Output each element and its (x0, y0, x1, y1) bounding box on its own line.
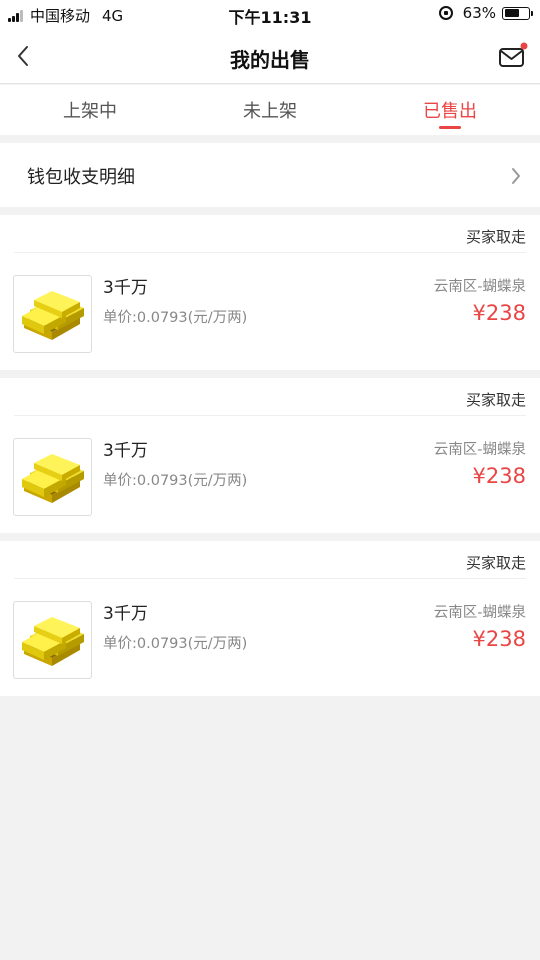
order-card[interactable]: 买家取走 3千万 单价:0.0793(元/万两) 云南区-蝴蝶泉 ¥238 (0, 378, 540, 533)
gold-bars-icon (13, 275, 92, 353)
order-card-header: 买家取走 (14, 541, 526, 579)
orientation-lock-icon (438, 6, 453, 20)
order-price: ¥238 (472, 627, 526, 651)
unit-price: 单价:0.0793(元/万两) (103, 636, 248, 652)
status-bar: 中国移动 4G 下午11:31 63% (0, 0, 540, 28)
order-card[interactable]: 买家取走 3千万 单价:0.0793(元/万两) 云南区-蝴蝶泉 ¥238 (0, 541, 540, 696)
order-status: 买家取走 (465, 554, 526, 572)
tab-sold[interactable]: 已售出 (360, 85, 540, 135)
mail-icon[interactable] (498, 42, 528, 70)
page-title: 我的出售 (230, 48, 310, 72)
nav-bar: 我的出售 (0, 28, 540, 84)
server-name: 云南区-蝴蝶泉 (433, 605, 526, 621)
status-right: 63% (438, 4, 533, 22)
item-title: 3千万 (103, 604, 148, 624)
order-card-header: 买家取走 (14, 378, 526, 416)
tab-bar: 上架中 未上架 已售出 (0, 85, 540, 135)
mail-badge (520, 42, 528, 50)
battery-icon (502, 6, 533, 20)
tab-on-sale[interactable]: 上架中 (0, 85, 180, 135)
order-card-header: 买家取走 (14, 215, 526, 253)
gold-bars-icon (13, 601, 92, 679)
order-status: 买家取走 (465, 391, 526, 409)
order-price: ¥238 (472, 301, 526, 325)
wallet-details-row[interactable]: 钱包收支明细 (0, 143, 540, 207)
order-status: 买家取走 (465, 228, 526, 246)
chevron-right-icon (512, 168, 520, 184)
tab-not-listed[interactable]: 未上架 (180, 85, 360, 135)
battery-percent: 63% (462, 4, 496, 22)
order-price: ¥238 (472, 464, 526, 488)
wallet-label: 钱包收支明细 (27, 167, 135, 188)
screen: 中国移动 4G 下午11:31 63% 我的出售 上架中 未上架 已售出 钱包收… (0, 0, 540, 960)
server-name: 云南区-蝴蝶泉 (433, 442, 526, 458)
gold-bars-icon (13, 438, 92, 516)
item-title: 3千万 (103, 441, 148, 461)
item-title: 3千万 (103, 278, 148, 298)
server-name: 云南区-蝴蝶泉 (433, 279, 526, 295)
unit-price: 单价:0.0793(元/万两) (103, 473, 248, 489)
unit-price: 单价:0.0793(元/万两) (103, 310, 248, 326)
order-card[interactable]: 买家取走 3千万 单价:0.0793(元/万两) 云南区-蝴蝶泉 ¥238 (0, 215, 540, 370)
